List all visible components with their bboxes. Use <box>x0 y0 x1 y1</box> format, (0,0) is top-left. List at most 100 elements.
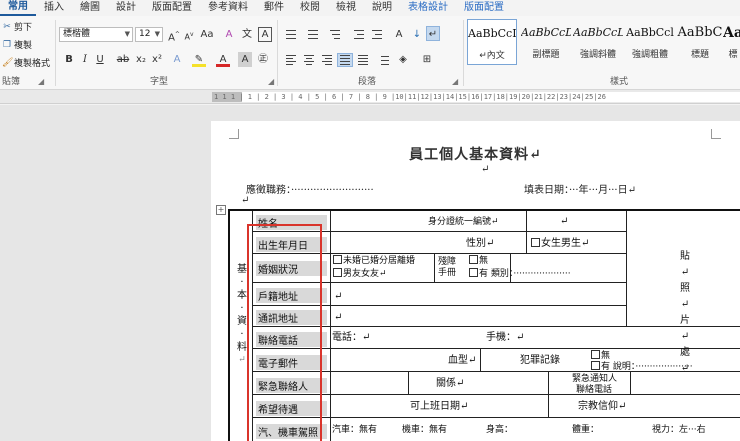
font-name-combo[interactable]: 標楷體 ▼ <box>59 27 133 42</box>
checkbox[interactable] <box>531 238 540 247</box>
style-strong[interactable]: AaBbCcl 強調粗體 <box>625 19 675 65</box>
text-effects-button[interactable]: A <box>170 52 184 67</box>
phonetic-guide-button[interactable]: 文 <box>240 27 254 42</box>
cut-button[interactable]: ✂ 剪下 <box>2 20 32 34</box>
chevron-down-icon: ▼ <box>124 30 130 38</box>
checkbox[interactable] <box>591 361 600 370</box>
tab-design[interactable]: 設計 <box>108 0 144 16</box>
checkbox[interactable] <box>333 268 342 277</box>
align-right-icon[interactable] <box>320 54 334 66</box>
separator <box>55 20 56 86</box>
style-heading[interactable]: Aa 標 <box>723 19 740 65</box>
clear-format-button[interactable]: A <box>222 27 236 42</box>
tab-table-layout[interactable]: 版面配置 <box>456 0 512 16</box>
separator <box>277 20 278 86</box>
gender-options[interactable]: 女生男生↵ <box>530 238 589 250</box>
font-launcher-icon[interactable]: ◢ <box>268 77 274 86</box>
mailing-address-field[interactable]: ↵ <box>334 312 342 324</box>
chevron-down-icon: ▼ <box>154 30 160 38</box>
relationship-options[interactable]: 男友女友↵ <box>332 268 387 280</box>
height-field[interactable]: 身高： <box>486 424 513 436</box>
checkbox[interactable] <box>469 255 478 264</box>
checkbox[interactable] <box>591 350 600 359</box>
style-title[interactable]: AaBbC 標題 <box>675 19 725 65</box>
increase-indent-icon[interactable] <box>370 28 384 40</box>
asian-layout-button[interactable]: A <box>392 27 406 42</box>
shading-icon[interactable]: ◈ <box>396 52 410 67</box>
apply-position-line: 應徵職務：·························· <box>246 185 374 196</box>
sort-button[interactable]: ↓ <box>410 27 424 42</box>
emergency-phone-label: 聯絡電話 <box>576 385 613 395</box>
italic-button[interactable]: I <box>78 52 92 67</box>
moto-license-options[interactable]: 機車：無有 <box>402 424 447 436</box>
paragraph-launcher-icon[interactable]: ◢ <box>452 77 458 86</box>
ruler-track: 1 1 1 | 1 | 2 | 3 | 4 | 5 | 6 | 7 | 8 | … <box>212 92 740 102</box>
document-page[interactable]: 員工個人基本資料↵ ↵ 應徵職務：·······················… <box>211 121 740 441</box>
id-number-label: 身分證統一編號↵ <box>428 217 499 227</box>
id-number-field[interactable]: ↵ <box>560 216 568 228</box>
highlight-button[interactable]: ✎ <box>192 52 206 67</box>
mobile-field[interactable]: 手機：↵ <box>486 332 524 344</box>
phone-field[interactable]: 電話：↵ <box>332 332 370 344</box>
tab-table-design[interactable]: 表格設計 <box>400 0 456 16</box>
tab-layout[interactable]: 版面配置 <box>144 0 200 16</box>
tab-help[interactable]: 說明 <box>364 0 400 16</box>
line-spacing-icon[interactable] <box>376 54 390 66</box>
tab-insert[interactable]: 插入 <box>36 0 72 16</box>
underline-button[interactable]: U <box>93 52 107 67</box>
font-size-combo[interactable]: 12 ▼ <box>135 27 163 42</box>
weight-field[interactable]: 體重： <box>572 424 599 436</box>
paragraph-mark: ↵ <box>241 195 250 206</box>
enclose-char-button[interactable]: ㊣ <box>256 52 270 67</box>
ribbon-tabs: 常用 插入 繪圖 設計 版面配置 參考資料 郵件 校閱 檢視 說明 表格設計 版… <box>0 0 740 16</box>
tab-references[interactable]: 參考資料 <box>200 0 256 16</box>
borders-icon[interactable]: ⊞ <box>420 52 434 67</box>
font-color-button[interactable]: A <box>216 52 230 67</box>
document-workspace: 員工個人基本資料↵ ↵ 應徵職務：·······················… <box>0 105 740 441</box>
checkbox[interactable] <box>469 268 478 277</box>
tab-review[interactable]: 校閱 <box>292 0 328 16</box>
clipboard-launcher-icon[interactable]: ◢ <box>38 77 44 86</box>
grow-font-button[interactable]: A^ <box>167 27 181 43</box>
format-painter-button[interactable]: 🖌 複製格式 <box>2 56 50 70</box>
style-emphasis[interactable]: AaBbCcL 強調斜體 <box>573 19 623 65</box>
tab-draw[interactable]: 繪圖 <box>72 0 108 16</box>
style-normal[interactable]: AaBbCcI ↵內文 <box>467 19 517 65</box>
table-move-handle-icon[interactable]: + <box>216 205 226 215</box>
bullets-icon[interactable] <box>284 28 298 40</box>
show-marks-button[interactable]: ↵ <box>426 26 440 41</box>
bold-button[interactable]: B <box>62 52 76 67</box>
fill-date-line: 填表日期：···年···月···日↵ <box>524 185 636 196</box>
align-left-icon[interactable] <box>284 54 298 66</box>
strikethrough-button[interactable]: ab <box>116 52 130 67</box>
align-center-icon[interactable] <box>302 54 316 66</box>
horizontal-ruler[interactable]: 1 1 1 | 1 | 2 | 3 | 4 | 5 | 6 | 7 | 8 | … <box>0 90 740 104</box>
style-subtitle[interactable]: AaBbCcD 副標題 <box>521 19 571 65</box>
marital-options[interactable]: 未婚已婚分居離婚 <box>332 255 415 267</box>
shrink-font-button[interactable]: Av <box>182 27 196 42</box>
distributed-icon[interactable] <box>356 54 370 66</box>
justify-icon[interactable] <box>337 53 353 67</box>
char-shading-button[interactable]: A <box>238 52 252 67</box>
checkbox[interactable] <box>333 255 342 264</box>
registered-address-field[interactable]: ↵ <box>334 291 342 303</box>
criminal-yes-option[interactable]: 有 說明：···················· <box>590 361 693 373</box>
superscript-button[interactable]: x² <box>150 52 164 67</box>
separator <box>463 20 464 86</box>
disability-none-option[interactable]: 無 <box>468 255 488 267</box>
tab-view[interactable]: 檢視 <box>328 0 364 16</box>
decrease-indent-icon[interactable] <box>352 28 366 40</box>
change-case-button[interactable]: Aa <box>200 27 214 42</box>
gender-label: 性別↵ <box>466 238 495 249</box>
criminal-record-label: 犯罪記錄 <box>520 355 560 366</box>
tab-mailings[interactable]: 郵件 <box>256 0 292 16</box>
car-license-options[interactable]: 汽車：無有 <box>332 424 377 436</box>
tab-home[interactable]: 常用 <box>0 0 36 16</box>
vision-field[interactable]: 視力：左···右 <box>652 424 706 436</box>
disability-yes-option[interactable]: 有 類別：···················· <box>468 268 571 280</box>
char-border-button[interactable]: A <box>258 27 272 42</box>
subscript-button[interactable]: x₂ <box>134 52 148 67</box>
numbering-icon[interactable] <box>306 28 320 40</box>
multilevel-list-icon[interactable] <box>328 28 342 40</box>
copy-button[interactable]: ❐ 複製 <box>2 38 32 52</box>
